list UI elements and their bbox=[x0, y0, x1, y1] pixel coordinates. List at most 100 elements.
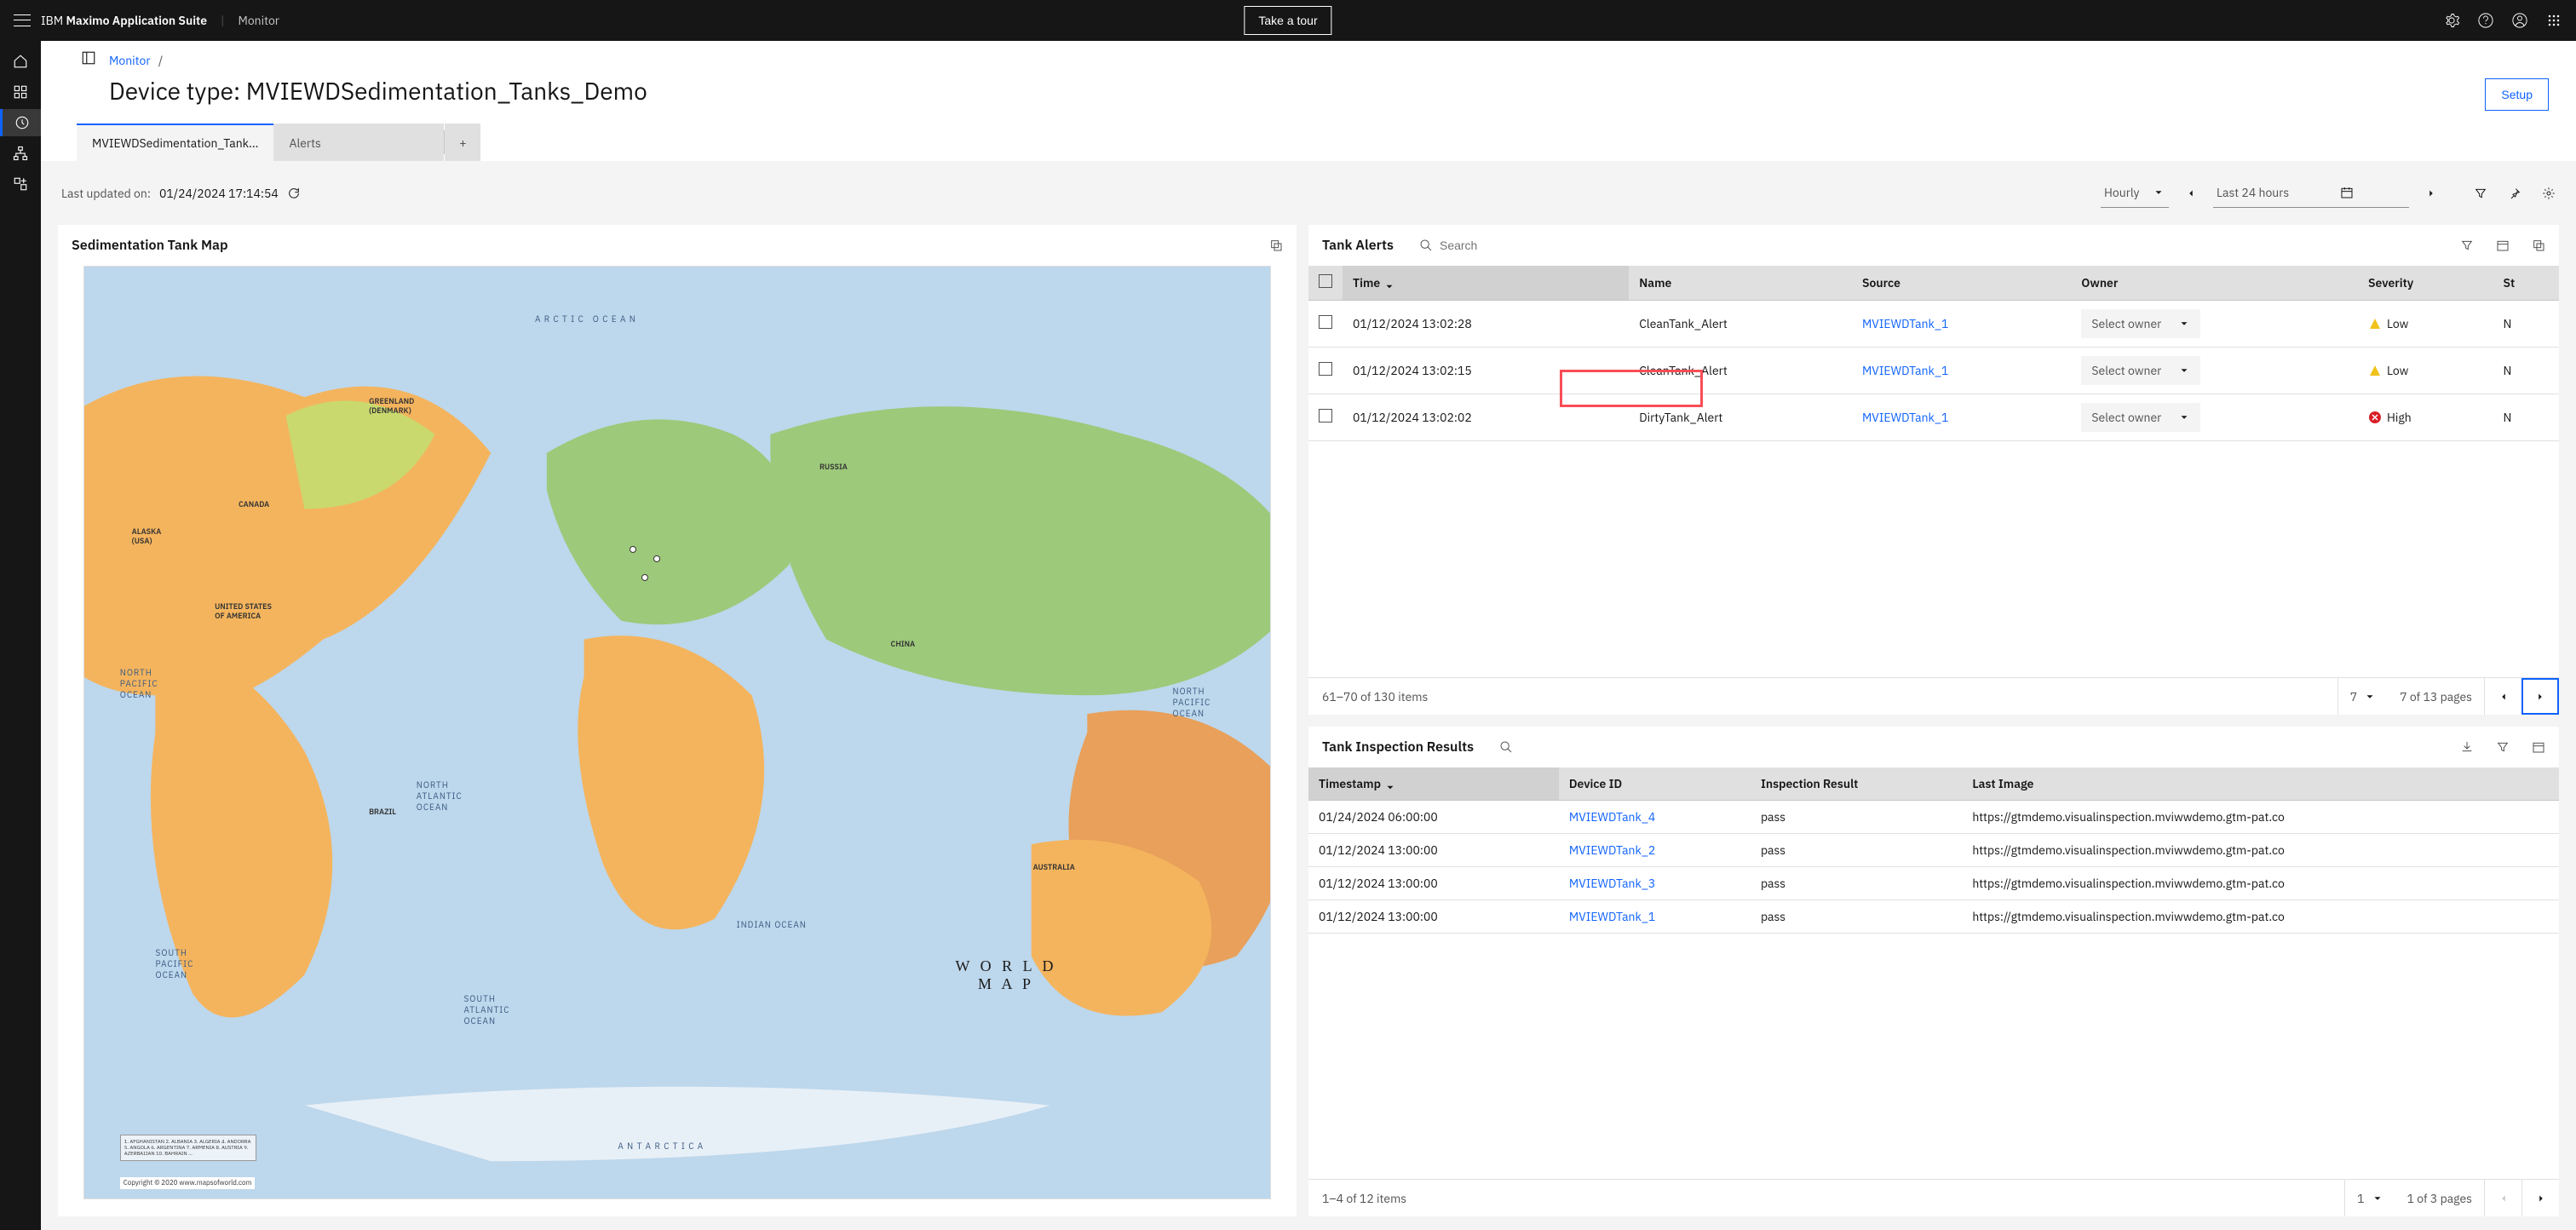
settings-icon[interactable] bbox=[2542, 187, 2556, 200]
cell-timestamp: 01/12/2024 13:00:00 bbox=[1308, 900, 1559, 934]
cell-image: https://gtmdemo.visualinspection.mviwwde… bbox=[1962, 867, 2559, 900]
device-link[interactable]: MVIEWDTank_4 bbox=[1569, 809, 1655, 825]
device-link[interactable]: MVIEWDTank_1 bbox=[1569, 909, 1655, 924]
pin-icon[interactable] bbox=[2508, 187, 2521, 200]
rail-hierarchy[interactable] bbox=[0, 140, 41, 167]
severity-badge: Low bbox=[2368, 316, 2482, 331]
source-link[interactable]: MVIEWDTank_1 bbox=[1862, 410, 1948, 425]
alerts-range: 61–70 of 130 items bbox=[1322, 689, 1428, 704]
tabs: MVIEWDSedimentation_Tank... Alerts + bbox=[68, 124, 2549, 161]
inspection-next-page[interactable] bbox=[2521, 1180, 2559, 1216]
refresh-icon[interactable] bbox=[287, 187, 301, 200]
table-row: 01/12/2024 13:00:00MVIEWDTank_1passhttps… bbox=[1308, 900, 2559, 934]
owner-select[interactable]: Select owner bbox=[2081, 403, 2200, 432]
alerts-next-page[interactable] bbox=[2521, 678, 2559, 715]
help-icon[interactable] bbox=[2477, 12, 2494, 29]
expand-icon[interactable] bbox=[2532, 239, 2545, 252]
tab-alerts[interactable]: Alerts bbox=[273, 124, 444, 161]
filter-icon[interactable] bbox=[2474, 187, 2487, 200]
cell-image: https://gtmdemo.visualinspection.mviwwde… bbox=[1962, 834, 2559, 867]
cell-result: pass bbox=[1751, 834, 1962, 867]
brand: IBM Maximo Application Suite bbox=[41, 13, 207, 28]
row-checkbox[interactable] bbox=[1319, 362, 1332, 376]
select-all-checkbox[interactable] bbox=[1319, 274, 1332, 288]
world-map[interactable]: A R C T I C O C E A N NORTHPACIFICOCEAN … bbox=[83, 266, 1271, 1199]
calendar-icon bbox=[2340, 186, 2354, 199]
brand-sub[interactable]: Monitor bbox=[238, 13, 279, 28]
chevron-down-icon bbox=[2178, 318, 2190, 330]
apps-icon[interactable] bbox=[2545, 12, 2562, 29]
chevron-down-icon bbox=[2178, 365, 2190, 376]
row-checkbox[interactable] bbox=[1319, 315, 1332, 329]
rail-setup[interactable] bbox=[0, 170, 41, 198]
col-owner[interactable]: Owner bbox=[2071, 266, 2358, 301]
inspection-title: Tank Inspection Results bbox=[1322, 739, 1474, 756]
alerts-prev-page[interactable] bbox=[2484, 678, 2521, 715]
alerts-card: Tank Alerts bbox=[1308, 225, 2559, 715]
device-link[interactable]: MVIEWDTank_2 bbox=[1569, 842, 1655, 858]
search-icon[interactable] bbox=[1499, 740, 1513, 754]
menu-button[interactable] bbox=[14, 12, 31, 29]
breadcrumb-root[interactable]: Monitor bbox=[109, 53, 151, 68]
source-link[interactable]: MVIEWDTank_1 bbox=[1862, 316, 1948, 331]
col-time[interactable]: Time bbox=[1343, 266, 1629, 301]
col-name[interactable]: Name bbox=[1629, 266, 1852, 301]
table-row: 01/12/2024 13:02:28CleanTank_AlertMVIEWD… bbox=[1308, 301, 2559, 348]
inspection-pagination: 1–4 of 12 items 1 1 of 3 pages bbox=[1308, 1179, 2559, 1216]
cell-time: 01/12/2024 13:02:15 bbox=[1343, 348, 1629, 394]
expand-icon[interactable] bbox=[1269, 239, 1283, 252]
alerts-search-input[interactable] bbox=[1440, 239, 1542, 252]
settings-icon[interactable] bbox=[2443, 12, 2460, 29]
cell-timestamp: 01/24/2024 06:00:00 bbox=[1308, 801, 1559, 834]
col-timestamp[interactable]: Timestamp bbox=[1308, 767, 1559, 801]
panel-collapse-icon[interactable] bbox=[81, 50, 96, 66]
tab-add[interactable]: + bbox=[445, 124, 480, 161]
take-tour-button[interactable]: Take a tour bbox=[1244, 6, 1331, 35]
filter-icon[interactable] bbox=[2496, 740, 2510, 754]
col-result[interactable]: Inspection Result bbox=[1751, 767, 1962, 801]
cell-status: N bbox=[2493, 301, 2559, 348]
map-card: Sedimentation Tank Map bbox=[58, 225, 1297, 1216]
workspace-toolbar: Last updated on: 01/24/2024 17:14:54 Hou… bbox=[58, 175, 2559, 213]
cell-name: DirtyTank_Alert bbox=[1629, 394, 1852, 441]
col-source[interactable]: Source bbox=[1852, 266, 2071, 301]
col-device[interactable]: Device ID bbox=[1559, 767, 1751, 801]
owner-select[interactable]: Select owner bbox=[2081, 356, 2200, 385]
date-range-picker[interactable]: Last 24 hours bbox=[2213, 178, 2409, 208]
calendar-icon[interactable] bbox=[2496, 239, 2510, 252]
source-link[interactable]: MVIEWDTank_1 bbox=[1862, 363, 1948, 378]
breadcrumb-sep: / bbox=[158, 53, 163, 68]
filter-icon[interactable] bbox=[2460, 239, 2474, 252]
cell-image: https://gtmdemo.visualinspection.mviwwde… bbox=[1962, 900, 2559, 934]
col-status[interactable]: St bbox=[2493, 266, 2559, 301]
chevron-down-icon bbox=[2178, 411, 2190, 423]
tab-device-type[interactable]: MVIEWDSedimentation_Tank... bbox=[77, 124, 273, 161]
alerts-table: Time Name Source Owner Severity St 01/12… bbox=[1308, 266, 2559, 441]
user-icon[interactable] bbox=[2511, 12, 2528, 29]
rail-monitor[interactable] bbox=[0, 109, 41, 136]
rail-home[interactable] bbox=[0, 48, 41, 75]
granularity-dropdown[interactable]: Hourly bbox=[2101, 178, 2169, 208]
table-row: 01/12/2024 13:00:00MVIEWDTank_2passhttps… bbox=[1308, 834, 2559, 867]
download-icon[interactable] bbox=[2460, 740, 2474, 754]
col-image[interactable]: Last Image bbox=[1962, 767, 2559, 801]
cell-timestamp: 01/12/2024 13:00:00 bbox=[1308, 867, 1559, 900]
col-severity[interactable]: Severity bbox=[2358, 266, 2493, 301]
rail-dashboard[interactable] bbox=[0, 78, 41, 106]
row-checkbox[interactable] bbox=[1319, 409, 1332, 422]
device-link[interactable]: MVIEWDTank_3 bbox=[1569, 876, 1655, 891]
alerts-pagination: 61–70 of 130 items 7 7 of 13 pages bbox=[1308, 677, 2559, 715]
search-icon[interactable] bbox=[1419, 239, 1433, 252]
severity-badge: High bbox=[2368, 410, 2482, 425]
inspection-table: Timestamp Device ID Inspection Result La… bbox=[1308, 767, 2559, 934]
range-next[interactable] bbox=[2418, 180, 2445, 207]
owner-select[interactable]: Select owner bbox=[2081, 309, 2200, 338]
cell-time: 01/12/2024 13:02:28 bbox=[1343, 301, 1629, 348]
inspection-prev-page[interactable] bbox=[2484, 1180, 2521, 1216]
setup-button[interactable]: Setup bbox=[2485, 78, 2549, 111]
calendar-icon[interactable] bbox=[2532, 740, 2545, 754]
alerts-per-page[interactable]: 7 bbox=[2337, 678, 2388, 715]
range-prev[interactable] bbox=[2177, 180, 2205, 207]
inspection-per-page[interactable]: 1 bbox=[2344, 1180, 2395, 1216]
inspection-range: 1–4 of 12 items bbox=[1322, 1191, 1406, 1206]
